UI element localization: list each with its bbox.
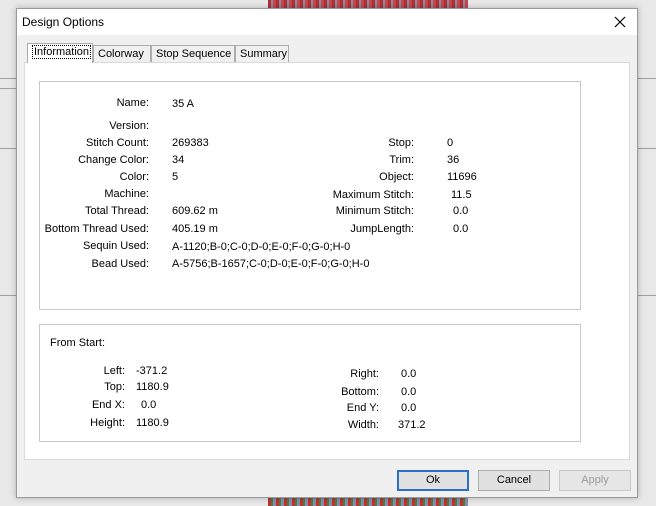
close-icon [614,16,626,28]
apply-button[interactable]: Apply [559,470,631,491]
tab-label: Summary [240,48,288,60]
background-embroidery-top [268,0,468,8]
bottom-thread-used-value: 405.19 m [172,223,218,235]
bottom-label: Bottom: [341,386,379,398]
maximum-stitch-label: Maximum Stitch: [332,189,414,201]
color-label: Color: [119,171,149,183]
width-label: Width: [347,419,379,431]
close-button[interactable] [609,11,631,33]
name-label: Name: [116,97,149,109]
tab-colorway[interactable]: Colorway [93,45,151,62]
from-start-heading: From Start: [50,337,106,349]
object-value: 11696 [447,171,477,183]
tab-summary[interactable]: Summary [235,45,289,62]
background-line [638,148,656,149]
width-value: 371.2 [398,419,426,431]
bottom-thread-used-label: Bottom Thread Used: [44,223,149,235]
right-value: 0.0 [401,368,417,380]
minimum-stitch-value: 0.0 [453,205,469,217]
end-x-label: End X: [91,399,125,411]
bottom-value: 0.0 [401,386,417,398]
bead-used-label: Bead Used: [91,258,149,270]
ok-button[interactable]: Ok [397,470,469,491]
background-line [638,295,656,296]
stop-label: Stop: [388,137,414,149]
stitch-count-label: Stitch Count: [86,137,149,149]
left-label: Left: [103,365,125,377]
height-value: 1180.9 [136,417,169,429]
end-x-value: 0.0 [141,399,157,411]
background-line [638,78,656,79]
left-value: -371.2 [136,365,168,377]
minimum-stitch-label: Minimum Stitch: [335,205,414,217]
background-line [0,78,16,79]
change-color-value: 34 [172,154,185,166]
top-value: 1180.9 [136,381,169,393]
design-options-dialog: Design Options Information Colorway Stop… [16,8,638,498]
information-panel: Name: 35 A Version: Stitch Count: 269383… [24,62,630,460]
jump-length-label: JumpLength: [350,223,414,235]
end-y-label: End Y: [346,402,379,414]
maximum-stitch-value: 11.5 [451,189,472,201]
total-thread-value: 609.62 m [172,205,218,217]
height-label: Height: [90,417,125,429]
trim-value: 36 [447,154,460,166]
right-label: Right: [350,368,379,380]
design-info-group: Name: 35 A Version: Stitch Count: 269383… [39,81,581,310]
change-color-label: Change Color: [78,154,149,166]
dialog-title: Design Options [22,15,105,29]
title-bar[interactable]: Design Options [17,9,637,35]
trim-label: Trim: [389,154,414,166]
machine-label: Machine: [104,188,149,200]
stop-value: 0 [447,137,454,149]
bead-used-value: A-5756;B-1657;C-0;D-0;E-0;F-0;G-0;H-0 [172,258,370,270]
jump-length-value: 0.0 [453,223,469,235]
top-label: Top: [104,381,125,393]
sequin-used-value: A-1120;B-0;C-0;D-0;E-0;F-0;G-0;H-0 [172,241,351,253]
from-start-group: From Start: Left: -371.2 Top: 1180.9 End… [39,324,581,442]
stitch-count-value: 269383 [172,137,209,149]
background-embroidery-bottom [268,498,468,506]
end-y-value: 0.0 [401,402,417,414]
tab-label: Colorway [98,48,144,60]
background-line [0,88,16,89]
object-label: Object: [379,171,414,183]
version-label: Version: [109,120,149,132]
tab-label: Information [32,45,92,59]
background-line [0,148,16,149]
tab-label: Stop Sequence [156,48,232,60]
total-thread-label: Total Thread: [84,205,149,217]
tab-information[interactable]: Information [27,43,93,63]
name-value: 35 A [172,98,195,110]
color-value: 5 [172,171,179,183]
cancel-button[interactable]: Cancel [478,470,550,491]
sequin-used-label: Sequin Used: [82,240,149,252]
tab-stop-sequence[interactable]: Stop Sequence [151,45,235,62]
background-line [0,295,16,296]
